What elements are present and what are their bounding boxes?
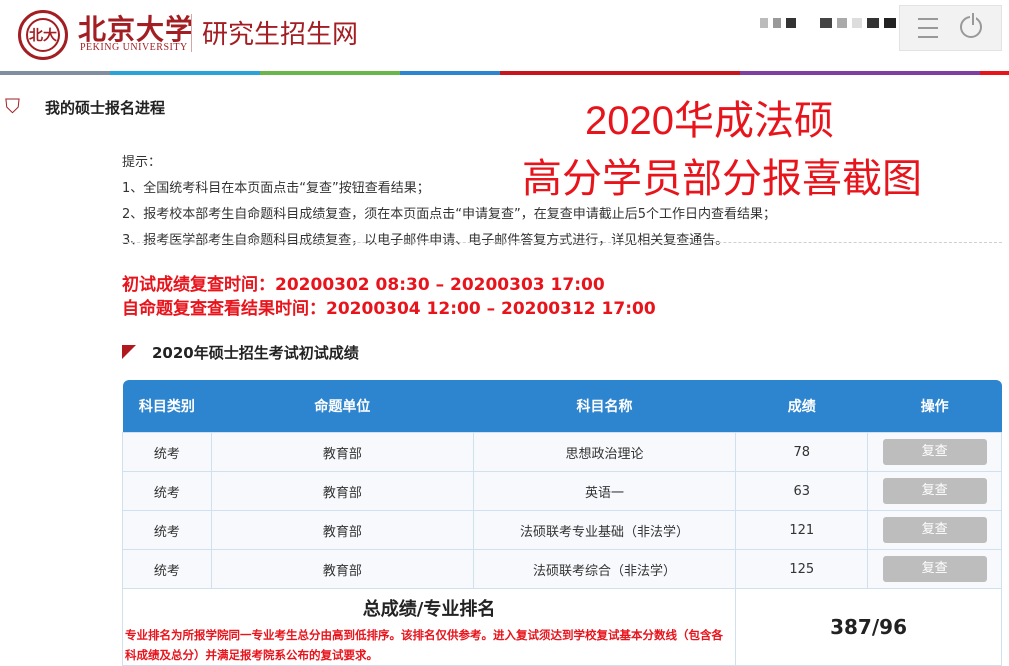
table-row: 统考 教育部 法硕联考专业基础（非法学） 121 复查	[122, 510, 1002, 550]
flag-icon	[122, 345, 136, 359]
dashed-divider	[122, 242, 1002, 243]
col-unit: 命题单位	[211, 380, 474, 433]
total-label-cell: 总成绩/专业排名 专业排名为所报学院同一专业考生总分由高到低排序。该排名仅供参考…	[121, 588, 737, 666]
site-header: 北大 北京大学 PEKING UNIVERSITY 研究生招生网	[0, 0, 1009, 72]
review-button[interactable]: 复查	[882, 517, 987, 543]
cell-score: 78	[735, 432, 869, 472]
cell-score: 125	[735, 549, 869, 589]
total-row: 总成绩/专业排名 专业排名为所报学院同一专业考生总分由高到低排序。该排名仅供参考…	[121, 588, 1002, 666]
cell-subject: 思想政治理论	[472, 432, 737, 472]
header-divider	[191, 14, 192, 52]
cell-score: 121	[735, 510, 869, 550]
result-time-line: 自命题复查查看结果时间：20200304 12:00 – 20200312 17…	[122, 299, 656, 319]
col-score: 成绩	[735, 380, 868, 433]
cell-unit: 教育部	[210, 432, 474, 472]
col-category: 科目类别	[122, 380, 212, 433]
tips-heading: 提示：	[122, 155, 162, 170]
cell-unit: 教育部	[210, 471, 474, 511]
table-row: 统考 教育部 法硕联考综合（非法学） 125 复查	[122, 549, 1002, 589]
total-note: 专业排名为所报学院同一专业考生总分由高到低排序。该排名仅供参考。进入复试须达到学…	[125, 628, 723, 662]
cell-action: 复查	[867, 471, 1002, 511]
pku-seal-logo[interactable]: 北大	[18, 10, 68, 60]
table-row: 统考 教育部 英语一 63 复查	[122, 471, 1002, 511]
review-button[interactable]: 复查	[882, 556, 987, 582]
graduate-icon: ⛉	[5, 94, 20, 118]
total-value-cell: 387/96	[735, 588, 1002, 666]
power-icon[interactable]	[960, 13, 982, 38]
tip-item: 3、报考医学部考生自命题科目成绩复查，以电子邮件申请、电子邮件答复方式进行，详见…	[122, 233, 729, 248]
review-time-line: 初试成绩复查时间：20200302 08:30 – 20200303 17:00	[122, 275, 605, 295]
section-title[interactable]: 我的硕士报名进程	[45, 97, 165, 118]
overlay-caption-line1: 2020华成法硕	[585, 99, 834, 143]
top-button-group	[899, 5, 1002, 51]
cell-unit: 教育部	[210, 510, 474, 550]
cell-subject: 英语一	[472, 471, 737, 511]
tip-item: 1、全国统考科目在本页面点击“复查”按钮查看结果；	[122, 181, 430, 196]
user-info-blurred	[760, 18, 896, 30]
review-button[interactable]: 复查	[882, 478, 987, 504]
tip-item: 2、报考校本部考生自命题科目成绩复查，须在本页面点击“申请复查”，在复查申请截止…	[122, 207, 777, 222]
scores-title: 2020年硕士招生考试初试成绩	[152, 344, 359, 362]
cell-subject: 法硕联考专业基础（非法学）	[472, 510, 737, 550]
total-title: 总成绩/专业排名	[362, 599, 496, 620]
site-title: 研究生招生网	[202, 20, 359, 50]
scores-table: 科目类别 命题单位 科目名称 成绩 操作 统考 教育部 思想政治理论 78 复查…	[121, 380, 1002, 666]
total-value: 387/96	[830, 615, 907, 639]
tips-block: 提示： 1、全国统考科目在本页面点击“复查”按钮查看结果； 2、报考校本部考生自…	[122, 150, 776, 254]
cell-action: 复查	[867, 432, 1002, 472]
menu-icon[interactable]	[918, 18, 938, 38]
table-row: 统考 教育部 思想政治理论 78 复查	[122, 432, 1002, 472]
cell-score: 63	[735, 471, 869, 511]
cell-category: 统考	[122, 510, 212, 550]
cell-action: 复查	[867, 549, 1002, 589]
logo-en-text: PEKING UNIVERSITY	[80, 42, 188, 53]
col-subject: 科目名称	[473, 380, 736, 433]
table-header-row: 科目类别 命题单位 科目名称 成绩 操作	[122, 380, 1002, 433]
header-color-bar	[0, 71, 1009, 75]
cell-category: 统考	[122, 471, 212, 511]
col-action: 操作	[867, 380, 1002, 433]
cell-unit: 教育部	[210, 549, 474, 589]
review-button[interactable]: 复查	[882, 439, 987, 465]
cell-subject: 法硕联考综合（非法学）	[472, 549, 737, 589]
cell-action: 复查	[867, 510, 1002, 550]
cell-category: 统考	[122, 549, 212, 589]
cell-category: 统考	[122, 432, 212, 472]
